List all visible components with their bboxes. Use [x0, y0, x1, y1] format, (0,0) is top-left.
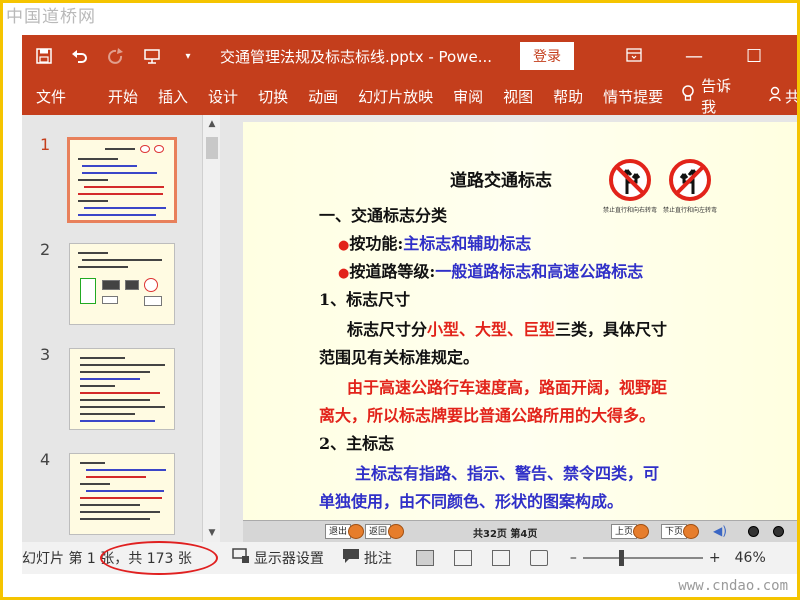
thumbnail-number: 1 — [40, 135, 51, 154]
tell-me-label: 告诉我 — [701, 77, 732, 116]
bullet-icon: ● — [338, 238, 350, 253]
slide-text-main-sign-cont: 单独使用，由不同颜色、形状的图案构成。 — [319, 492, 624, 511]
no-straight-or-right-turn-sign-icon — [609, 159, 651, 201]
zoom-out-icon[interactable]: – — [570, 550, 577, 566]
slide-text-size-cont: 范围见有关标准规定。 — [319, 348, 480, 367]
slide-heading-main-sign: 2、主标志 — [319, 434, 395, 453]
zoom-slider-knob[interactable] — [618, 550, 624, 566]
display-settings-label: 显示器设置 — [253, 551, 324, 567]
customize-toolbar-icon[interactable]: ▾ — [174, 42, 202, 70]
tab-design[interactable]: 设计 — [208, 86, 238, 107]
thumbnail-number: 4 — [40, 450, 51, 469]
slide-thumbnail[interactable] — [69, 348, 175, 430]
present-from-start-icon[interactable] — [138, 42, 166, 70]
sign-caption: 禁止直行和向左转弯 — [662, 207, 717, 214]
slide-canvas[interactable]: 道路交通标志 禁止直行和向右转弯 禁止直行和向左转弯 一、交通标志分类 ●按功能… — [243, 122, 800, 542]
display-settings-icon — [232, 548, 250, 568]
ribbon-display-options-icon[interactable] — [604, 46, 664, 67]
slide-thumbnail[interactable] — [67, 137, 177, 223]
tab-animations[interactable]: 动画 — [308, 86, 338, 107]
annotation-circle — [100, 541, 218, 575]
slide-text-size: 标志尺寸分小型、大型、巨型三类，具体尺寸 — [347, 316, 667, 340]
person-icon — [769, 86, 783, 106]
thumbnail-scrollbar[interactable]: ▲ ▼ — [202, 115, 220, 542]
tab-slideshow[interactable]: 幻灯片放映 — [358, 86, 433, 107]
share-button[interactable]: 共 — [769, 86, 800, 107]
slide-thumbnail[interactable] — [69, 453, 175, 535]
sign-caption: 禁止直行和向右转弯 — [602, 207, 657, 214]
maximize-icon[interactable]: ☐ — [724, 46, 784, 67]
scroll-down-icon[interactable]: ▼ — [203, 524, 221, 542]
thumbnail-number: 2 — [40, 240, 51, 259]
bullet-label: 按道路等级: — [349, 262, 436, 281]
slideshow-view-icon[interactable] — [529, 550, 548, 566]
minimize-icon[interactable]: — — [664, 46, 724, 67]
page-info: 共32页 第4页 — [473, 529, 538, 540]
slide-navigation-bar: 退出 返回 共32页 第4页 上页 下页 ◀) — [243, 520, 800, 542]
bullet-icon: ● — [338, 266, 350, 281]
scroll-up-icon[interactable]: ▲ — [203, 115, 221, 133]
text-fragment: 三类，具体尺寸 — [555, 320, 668, 339]
slide-bullet-road-level: ●按道路等级:一般道路标志和高速公路标志 — [338, 258, 643, 282]
tab-storyboarding[interactable]: 情节提要 — [603, 86, 663, 107]
comment-icon — [342, 548, 360, 568]
zoom-percent[interactable]: 46% — [735, 550, 766, 566]
comments-label: 批注 — [363, 551, 392, 567]
tell-me-box[interactable]: 告诉我 — [681, 75, 735, 117]
tab-review[interactable]: 审阅 — [453, 86, 483, 107]
tab-transitions[interactable]: 切换 — [258, 86, 288, 107]
no-straight-or-left-turn-sign-icon — [669, 159, 711, 201]
save-icon[interactable] — [30, 42, 58, 70]
share-label: 共 — [784, 87, 800, 106]
slide-sorter-view-icon[interactable] — [453, 550, 472, 566]
watermark-top: 中国道桥网 — [6, 7, 96, 27]
comments-button[interactable]: 批注 — [342, 548, 392, 568]
thumbnail-pane: 1 2 3 4 — [22, 115, 202, 542]
thumbnail-number: 3 — [40, 345, 51, 364]
back-circle-icon[interactable] — [388, 524, 404, 539]
tab-insert[interactable]: 插入 — [158, 86, 188, 107]
watermark-bottom: www.cndao.com — [678, 578, 788, 594]
zoom-control: – + 46% — [570, 550, 766, 566]
bullet-value: 一般道路标志和高速公路标志 — [435, 262, 644, 281]
media-dot-icon[interactable] — [748, 526, 759, 537]
login-button[interactable]: 登录 — [520, 42, 575, 70]
slide-text-highway: 由于高速公路行车速度高，路面开阔，视野距 — [347, 378, 668, 397]
slide-bullet-function: ●按功能:主标志和辅助标志 — [338, 230, 531, 254]
slide-heading-classification: 一、交通标志分类 — [319, 206, 448, 225]
undo-icon[interactable] — [66, 42, 94, 70]
ribbon-tabs: 文件 开始 插入 设计 切换 动画 幻灯片放映 审阅 视图 帮助 情节提要 告诉… — [22, 75, 800, 117]
title-bar: ▾ 交通管理法规及标志标线.pptx - Powe... 登录 — ☐ — [22, 35, 800, 77]
display-settings-button[interactable]: 显示器设置 — [232, 548, 324, 568]
tab-help[interactable]: 帮助 — [553, 86, 583, 107]
exit-circle-icon[interactable] — [348, 524, 364, 539]
slide-thumbnail[interactable] — [69, 243, 175, 325]
workspace: 1 2 3 4 ▲ ▼ 道路交通标志 禁止直行和向右转弯 禁止直行和向左转弯 一… — [22, 115, 800, 542]
prev-circle-icon[interactable] — [633, 524, 649, 539]
tab-file[interactable]: 文件 — [36, 86, 66, 107]
reading-view-icon[interactable] — [491, 550, 510, 566]
next-circle-icon[interactable] — [683, 524, 699, 539]
slide-title: 道路交通标志 — [450, 171, 552, 191]
text-fragment-red: 小型、大型、巨型 — [427, 320, 556, 339]
normal-view-icon[interactable] — [415, 550, 434, 566]
scroll-thumb[interactable] — [206, 137, 218, 159]
tab-home[interactable]: 开始 — [108, 86, 138, 107]
zoom-slider[interactable] — [582, 550, 703, 566]
tab-view[interactable]: 视图 — [503, 86, 533, 107]
bullet-label: 按功能: — [349, 234, 404, 253]
slide-text-main-sign: 主标志有指路、指示、警告、禁令四类，可 — [355, 464, 660, 483]
redo-icon[interactable] — [102, 42, 130, 70]
media-dot-icon[interactable] — [773, 526, 784, 537]
slide-text-highway-cont: 离大，所以标志牌要比普通公路所用的大得多。 — [319, 406, 656, 425]
bullet-value: 主标志和辅助标志 — [403, 234, 532, 253]
document-title: 交通管理法规及标志标线.pptx - Powe... — [220, 47, 493, 66]
text-fragment: 标志尺寸分 — [347, 320, 428, 339]
lightbulb-icon — [681, 85, 695, 107]
speaker-icon[interactable]: ◀) — [713, 524, 727, 538]
zoom-in-icon[interactable]: + — [709, 550, 721, 566]
slide-heading-size: 1、标志尺寸 — [319, 290, 411, 309]
